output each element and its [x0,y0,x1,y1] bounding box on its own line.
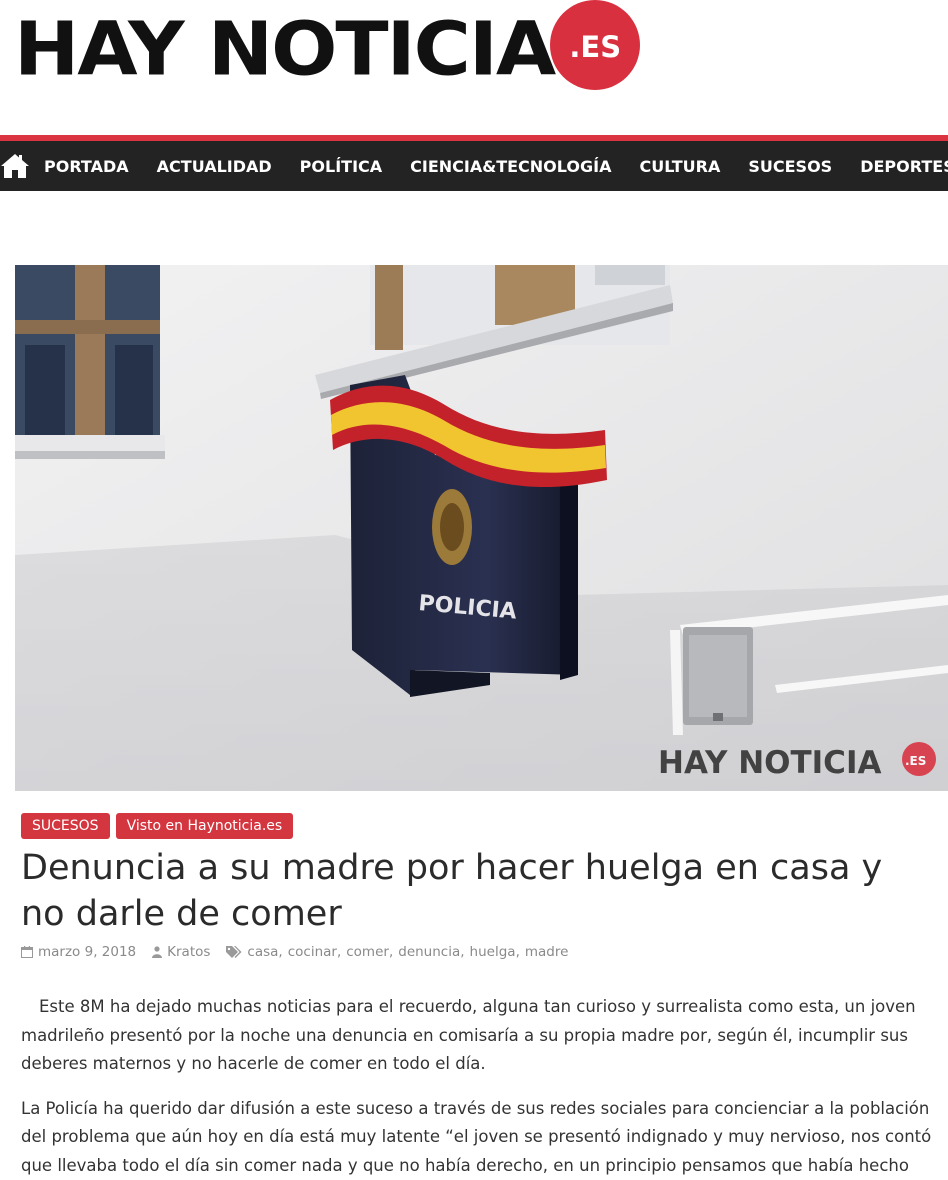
watermark-badge: .ES [905,754,926,768]
site-header: HAY NOTICIA .ES [0,0,948,135]
watermark-text: HAY NOTICIA [658,745,881,781]
tag-link-denuncia[interactable]: denuncia [398,944,460,960]
logo-text: HAY NOTICIA [14,7,556,93]
police-sign-photo: POLICIA HAY NOTICIA .ES [15,265,948,791]
tag-link-huelga[interactable]: huelga [470,944,516,960]
tag-link-madre[interactable]: madre [525,944,569,960]
article-meta: marzo 9, 2018 Kratos casa, cocinar, come… [21,944,568,960]
logo-badge-text: .ES [569,30,622,64]
logo-badge: .ES [550,0,641,90]
article-title: Denuncia a su madre por hacer huelga en … [21,848,883,934]
post-date-link[interactable]: marzo 9, 2018 [38,944,136,960]
nav-item-actualidad[interactable]: ACTUALIDAD [143,141,286,191]
category-badge-sucesos[interactable]: SUCESOS [21,813,110,839]
category-badges: SUCESOS Visto en Haynoticia.es [21,813,294,839]
nav-item-portada[interactable]: PORTADA [30,141,143,191]
article-body: Este 8M ha dejado muchas noticias para e… [21,993,939,1180]
article-paragraph: La Policía ha querido dar difusión a est… [21,1098,932,1175]
tag-link-cocinar[interactable]: cocinar [288,944,337,960]
calendar-icon [21,946,33,958]
site-logo[interactable]: HAY NOTICIA .ES [14,0,641,93]
category-badge-visto-en[interactable]: Visto en Haynoticia.es [115,813,294,839]
tags-icon [226,946,242,958]
tag-link-casa[interactable]: casa [247,944,278,960]
nav-item-ciencia-tecnologia[interactable]: CIENCIA&TECNOLOGÍA [396,141,625,191]
tag-link-comer[interactable]: comer [346,944,389,960]
user-icon [152,946,163,958]
nav-home-button[interactable] [0,141,30,191]
nav-item-cultura[interactable]: CULTURA [625,141,734,191]
nav-item-politica[interactable]: POLÍTICA [286,141,396,191]
nav-item-deportes[interactable]: DEPORTES [846,141,948,191]
main-nav: PORTADA ACTUALIDAD POLÍTICA CIENCIA&TECN… [0,141,948,191]
home-icon [1,154,29,178]
featured-image[interactable]: POLICIA HAY NOTICIA .ES [15,265,948,791]
author-link[interactable]: Kratos [167,944,210,960]
article-paragraph: Este 8M ha dejado muchas noticias para e… [21,997,916,1073]
nav-item-sucesos[interactable]: SUCESOS [734,141,846,191]
